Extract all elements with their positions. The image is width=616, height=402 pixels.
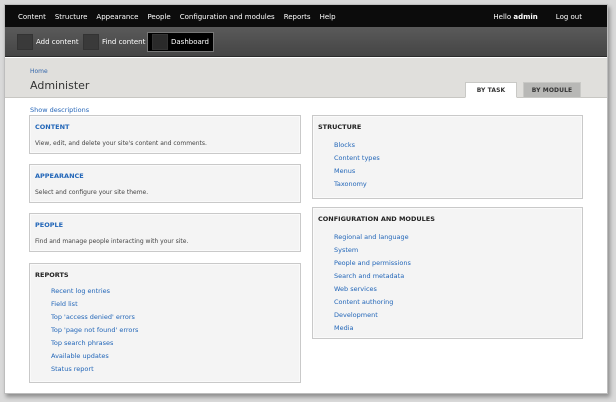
greeting: Hello admin <box>493 13 537 21</box>
panel-title-structure: STRUCTURE <box>318 123 362 131</box>
link-menus[interactable]: Menus <box>334 165 380 178</box>
panel-description: View, edit, and delete your site's conte… <box>35 140 207 147</box>
link-media[interactable]: Media <box>334 322 411 335</box>
panel-title-appearance[interactable]: APPEARANCE <box>35 172 84 180</box>
admin-toolbar: Content Structure Appearance People Conf… <box>5 5 607 27</box>
link-field-list[interactable]: Field list <box>51 298 138 311</box>
shortcut-label: Add content <box>36 38 79 46</box>
user-area: Hello admin Log out <box>493 13 582 21</box>
panel-description: Find and manage people interacting with … <box>35 238 189 245</box>
breadcrumb-home[interactable]: Home <box>30 68 48 75</box>
tab-by-module[interactable]: BY MODULE <box>523 82 581 98</box>
shortcut-dashboard[interactable]: Dashboard <box>147 32 214 52</box>
link-recent-log-entries[interactable]: Recent log entries <box>51 285 138 298</box>
page-title: Administer <box>30 79 90 92</box>
dashboard-icon <box>152 34 168 50</box>
panel-appearance: APPEARANCE Select and configure your sit… <box>29 164 301 203</box>
toolbar-item-appearance[interactable]: Appearance <box>96 13 138 21</box>
link-blocks[interactable]: Blocks <box>334 139 380 152</box>
toolbar-item-content[interactable]: Content <box>18 13 46 21</box>
link-development[interactable]: Development <box>334 309 411 322</box>
show-descriptions-link[interactable]: Show descriptions <box>30 106 89 114</box>
link-page-not-found[interactable]: Top 'page not found' errors <box>51 324 138 337</box>
link-taxonomy[interactable]: Taxonomy <box>334 178 380 191</box>
panel-title-content[interactable]: CONTENT <box>35 123 69 131</box>
toolbar-item-structure[interactable]: Structure <box>55 13 88 21</box>
panel-people: PEOPLE Find and manage people interactin… <box>29 213 301 252</box>
link-search-metadata[interactable]: Search and metadata <box>334 270 411 283</box>
shortcut-label: Dashboard <box>171 38 209 46</box>
link-status-report[interactable]: Status report <box>51 363 138 376</box>
link-content-authoring[interactable]: Content authoring <box>334 296 411 309</box>
find-content-icon <box>83 34 99 50</box>
link-top-search-phrases[interactable]: Top search phrases <box>51 337 138 350</box>
shortcut-label: Find content <box>102 38 146 46</box>
link-available-updates[interactable]: Available updates <box>51 350 138 363</box>
link-people-permissions[interactable]: People and permissions <box>334 257 411 270</box>
toolbar-item-people[interactable]: People <box>147 13 170 21</box>
logout-link[interactable]: Log out <box>556 13 582 21</box>
tab-by-task[interactable]: BY TASK <box>465 82 517 98</box>
panel-configuration: CONFIGURATION AND MODULES Regional and l… <box>312 207 583 339</box>
toolbar-item-help[interactable]: Help <box>320 13 336 21</box>
shortcut-find-content[interactable]: Find content <box>83 32 145 52</box>
panel-content: CONTENT View, edit, and delete your site… <box>29 115 301 154</box>
link-regional-language[interactable]: Regional and language <box>334 231 411 244</box>
shortcut-add-content[interactable]: Add content <box>17 32 79 52</box>
greeting-prefix: Hello <box>493 13 514 21</box>
panel-title-reports: REPORTS <box>35 271 69 279</box>
toolbar-item-configuration[interactable]: Configuration and modules <box>180 13 275 21</box>
structure-links: Blocks Content types Menus Taxonomy <box>334 139 380 191</box>
configuration-links: Regional and language System People and … <box>334 231 411 335</box>
admin-window: Content Structure Appearance People Conf… <box>4 4 608 394</box>
shortcut-bar: Add content Find content Dashboard <box>5 27 607 57</box>
panel-reports: REPORTS Recent log entries Field list To… <box>29 263 301 383</box>
username[interactable]: admin <box>513 13 537 21</box>
link-content-types[interactable]: Content types <box>334 152 380 165</box>
panel-title-people[interactable]: PEOPLE <box>35 221 63 229</box>
panel-structure: STRUCTURE Blocks Content types Menus Tax… <box>312 115 583 199</box>
add-content-icon <box>17 34 33 50</box>
page-header: Home Administer BY TASK BY MODULE <box>5 58 607 98</box>
link-web-services[interactable]: Web services <box>334 283 411 296</box>
link-system[interactable]: System <box>334 244 411 257</box>
reports-links: Recent log entries Field list Top 'acces… <box>51 285 138 376</box>
link-access-denied[interactable]: Top 'access denied' errors <box>51 311 138 324</box>
panel-description: Select and configure your site theme. <box>35 189 149 196</box>
toolbar-item-reports[interactable]: Reports <box>284 13 311 21</box>
panel-title-configuration: CONFIGURATION AND MODULES <box>318 215 435 223</box>
toolbar-menu: Content Structure Appearance People Conf… <box>18 13 345 21</box>
